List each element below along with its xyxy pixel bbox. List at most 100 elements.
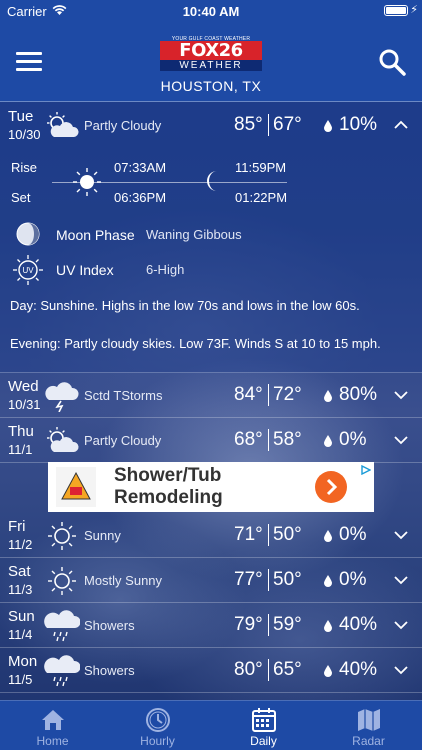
day-of-week: Sun xyxy=(8,608,35,625)
chevron-down-icon[interactable] xyxy=(394,530,408,540)
raindrop-icon xyxy=(324,435,332,447)
precip-chance: 10% xyxy=(339,114,378,135)
day-row[interactable]: Fri 11/2 Sunny 71° 50° 0% xyxy=(0,513,422,558)
low-temp: 72° xyxy=(273,384,302,405)
search-icon[interactable] xyxy=(378,48,406,76)
tab-home[interactable]: Home xyxy=(0,701,105,750)
temp-divider xyxy=(268,524,269,546)
chevron-down-icon[interactable] xyxy=(394,435,408,445)
location-label: HOUSTON, TX xyxy=(160,78,262,94)
day-of-week: Fri xyxy=(8,518,26,535)
sunrise-time: 07:33AM xyxy=(114,160,167,175)
chevron-right-icon xyxy=(326,478,338,496)
high-temp: 71° xyxy=(234,524,263,545)
ad-banner[interactable]: Shower/Tub Remodeling xyxy=(48,462,374,512)
sunset-time: 06:36PM xyxy=(114,190,167,205)
day-row[interactable]: Wed 10/31 Sctd TStorms 84° 72° 80% xyxy=(0,373,422,418)
day-row[interactable]: Mon 11/5 Showers 80° 65° 40% xyxy=(0,648,422,693)
partly-cloudy-icon xyxy=(47,112,79,137)
low-temp: 67° xyxy=(273,114,302,135)
moon-phase-icon xyxy=(16,222,40,246)
tab-hourly[interactable]: Hourly xyxy=(105,701,210,750)
uv-index-value: 6-High xyxy=(146,262,185,277)
ad-go-button[interactable] xyxy=(315,471,347,503)
logo-sub: WEATHER xyxy=(160,60,262,71)
high-temp: 85° xyxy=(234,114,263,135)
day-date: 11/5 xyxy=(8,672,33,687)
precip-chance: 40% xyxy=(339,614,378,635)
moonrise-time: 11:59PM xyxy=(235,160,287,175)
tab-label: Home xyxy=(36,734,69,748)
day-date: 11/2 xyxy=(8,537,33,552)
chevron-down-icon[interactable] xyxy=(394,665,408,675)
day-of-week: Tue xyxy=(8,108,34,125)
expanded-day-card: Tue 10/30 Partly Cloudy 85° 67° 10% Rise… xyxy=(0,103,422,373)
day-of-week: Mon xyxy=(8,653,38,670)
temp-divider xyxy=(268,429,269,451)
low-temp: 59° xyxy=(273,614,302,635)
precip-chance: 0% xyxy=(339,429,367,450)
day-of-week: Wed xyxy=(8,378,39,395)
moon-phase-value: Waning Gibbous xyxy=(146,227,242,242)
showers-icon xyxy=(44,655,80,687)
low-temp: 50° xyxy=(273,524,302,545)
temp-divider xyxy=(268,384,269,406)
day-row[interactable]: Sat 11/3 Mostly Sunny 77° 50° 0% xyxy=(0,558,422,603)
adchoices-icon[interactable] xyxy=(361,465,371,475)
day-date: 11/3 xyxy=(8,582,33,597)
day-date: 11/1 xyxy=(8,442,33,457)
ad-thumbnail-image xyxy=(56,467,96,507)
raindrop-icon xyxy=(324,575,332,587)
status-bar: Carrier 10:40 AM ⚡ xyxy=(0,0,422,22)
day-date: 10/31 xyxy=(8,397,41,412)
uv-index-label: UV Index xyxy=(56,262,114,278)
high-temp: 84° xyxy=(234,384,263,405)
precip-chance: 80% xyxy=(339,384,378,405)
logo-brand: FOX26 xyxy=(160,41,262,60)
menu-icon[interactable] xyxy=(16,52,42,72)
calendar-icon xyxy=(252,708,276,732)
chevron-down-icon[interactable] xyxy=(394,390,408,400)
day-row[interactable]: Thu 11/1 Partly Cloudy 68° 58° 0% xyxy=(0,418,422,463)
chevron-up-icon[interactable] xyxy=(394,120,408,130)
moonset-time: 01:22PM xyxy=(235,190,288,205)
low-temp: 58° xyxy=(273,429,302,450)
condition-label: Partly Cloudy xyxy=(84,118,162,133)
temp-divider xyxy=(268,114,269,136)
chevron-down-icon[interactable] xyxy=(394,575,408,585)
condition-label: Sctd TStorms xyxy=(84,388,163,403)
day-row[interactable]: Sun 11/4 Showers 79° 59° 40% xyxy=(0,603,422,648)
raindrop-icon xyxy=(324,120,332,132)
condition-label: Showers xyxy=(84,618,135,633)
evening-forecast-text: Evening: Partly cloudy skies. Low 73F. W… xyxy=(10,335,381,353)
tab-label: Radar xyxy=(352,734,385,748)
showers-icon xyxy=(44,610,80,642)
day-row-expanded[interactable]: Tue 10/30 Partly Cloudy 85° 67° 10% xyxy=(0,103,422,148)
condition-label: Mostly Sunny xyxy=(84,573,163,588)
rise-label: Rise xyxy=(11,160,38,175)
sun-icon xyxy=(73,168,101,196)
condition-label: Partly Cloudy xyxy=(84,433,162,448)
daily-forecast-list[interactable]: Tue 10/30 Partly Cloudy 85° 67° 10% Rise… xyxy=(0,103,422,700)
moon-phase-label: Moon Phase xyxy=(56,227,135,243)
condition-label: Showers xyxy=(84,663,135,678)
tab-daily[interactable]: Daily xyxy=(211,701,316,750)
sun-icon xyxy=(48,522,76,550)
raindrop-icon xyxy=(324,530,332,542)
battery-icon xyxy=(384,5,408,16)
evening-forecast-label: Evening xyxy=(10,336,57,351)
tab-label: Daily xyxy=(250,734,277,748)
temp-divider xyxy=(268,614,269,636)
condition-label: Sunny xyxy=(84,528,121,543)
ad-headline[interactable]: Shower/Tub Remodeling xyxy=(114,465,223,509)
day-forecast-text: Day: Sunshine. Highs in the low 70s and … xyxy=(10,297,360,315)
chevron-down-icon[interactable] xyxy=(394,620,408,630)
ad-headline-line2: Remodeling xyxy=(114,487,223,508)
day-forecast-body: : Sunshine. Highs in the low 70s and low… xyxy=(33,298,360,313)
map-icon xyxy=(358,709,380,731)
day-date: 10/30 xyxy=(8,127,41,142)
precip-chance: 0% xyxy=(339,569,367,590)
home-icon xyxy=(42,710,64,730)
tab-radar[interactable]: Radar xyxy=(316,701,421,750)
day-date: 11/4 xyxy=(8,627,33,642)
